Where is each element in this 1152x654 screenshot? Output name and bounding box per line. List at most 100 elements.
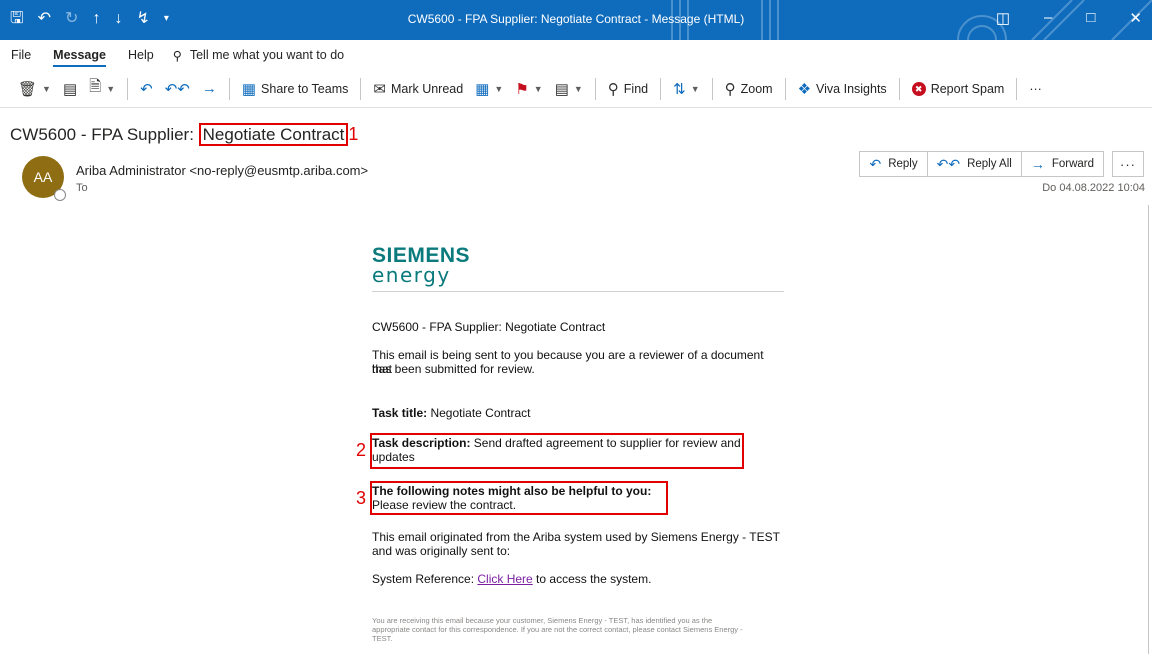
spam-icon: ✖ xyxy=(911,81,926,96)
forward-action-button[interactable]: → Forward xyxy=(1020,151,1104,177)
ribbon-toolbar: 🗑 ▼ ▤ 🗎 ▼ ↶ ↶↶ → ▦ Share to Teams ✉ Mark Unr… xyxy=(0,70,1152,108)
forward-label: Forward xyxy=(1051,158,1094,170)
reply-label: Reply xyxy=(888,158,918,170)
task-title-value: Negotiate Contract xyxy=(427,406,531,420)
follow-up-button[interactable]: ⚑ ▼ xyxy=(509,74,548,104)
delete-button[interactable]: 🗑 ▼ xyxy=(12,74,57,104)
menu-message[interactable]: Message xyxy=(42,40,117,70)
divider xyxy=(127,77,129,100)
logo-line-2: energy xyxy=(372,263,451,287)
notes-label: The following notes might also be helpfu… xyxy=(372,484,652,498)
forward-icon: → xyxy=(201,80,217,97)
report-spam-label: Report Spam xyxy=(930,81,1005,96)
share-to-teams-label: Share to Teams xyxy=(261,81,349,96)
forward-button[interactable]: → xyxy=(196,74,223,104)
viva-insights-button[interactable]: ❖ Viva Insights xyxy=(792,74,893,104)
received-date: Do 04.08.2022 10:04 xyxy=(1042,182,1145,194)
translate-icon: ⇅ xyxy=(673,80,686,98)
more-commands-button[interactable]: ··· xyxy=(1023,74,1048,104)
translate-button[interactable]: ⇅ ▼ xyxy=(667,74,706,104)
origin-line-2: and was originally sent to: xyxy=(372,544,511,558)
chevron-down-icon: ▼ xyxy=(533,83,543,94)
footer-line-2: appropriate contact for this corresponde… xyxy=(372,625,743,634)
email-footer: You are receiving this email because you… xyxy=(372,616,784,643)
click-here-link[interactable]: Click Here xyxy=(477,572,532,586)
divider xyxy=(360,77,362,100)
task-title-label: Task title: xyxy=(372,406,428,420)
system-reference: System Reference: Click Here to access t… xyxy=(372,572,784,586)
body-subject: CW5600 - FPA Supplier: Negotiate Contrac… xyxy=(372,320,606,334)
reply-all-icon: ↶↶ xyxy=(164,80,190,98)
move-button[interactable]: 🗎 ▼ xyxy=(83,74,121,104)
forward-icon: → xyxy=(1030,156,1045,172)
task-description-line-1: Task description: Send drafted agreement… xyxy=(372,436,784,450)
message-subject: CW5600 - FPA Supplier: Negotiate Contrac… xyxy=(10,123,359,146)
search-icon: ⚲ xyxy=(607,80,619,98)
categorize-icon: ▦ xyxy=(475,80,490,98)
flag-icon: ⚑ xyxy=(515,80,529,98)
divider xyxy=(594,77,596,100)
annotation-1: 1 xyxy=(348,124,359,144)
system-reference-label: System Reference: xyxy=(372,572,478,586)
divider xyxy=(1016,77,1018,100)
scrollbar[interactable] xyxy=(1148,205,1149,654)
reply-action-button[interactable]: ↶ Reply xyxy=(859,151,928,177)
message-actions: ↶ Reply ↶↶ Reply All → Forward ··· xyxy=(859,151,1144,177)
reply-button[interactable]: ↶ xyxy=(134,74,159,104)
zoom-label: Zoom xyxy=(740,81,773,96)
categorize-button[interactable]: ▦ ▼ xyxy=(469,74,509,104)
lightbulb-icon: ⚲ xyxy=(172,48,182,63)
chevron-down-icon: ▼ xyxy=(42,83,51,94)
divider xyxy=(898,77,900,100)
tell-me-search[interactable]: ⚲ Tell me what you want to do xyxy=(165,48,344,63)
chevron-down-icon: ▼ xyxy=(494,83,504,94)
divider xyxy=(784,77,786,100)
sender-address[interactable]: Ariba Administrator <no-reply@eusmtp.ari… xyxy=(76,163,368,178)
more-actions-button[interactable]: ··· xyxy=(1112,151,1144,177)
email-body: SIEMENS energy CW5600 - FPA Supplier: Ne… xyxy=(356,245,784,643)
reply-all-button[interactable]: ↶↶ xyxy=(159,74,196,104)
close-icon[interactable]: ✕ xyxy=(1129,9,1142,27)
footer-line-3: TEST. xyxy=(372,634,393,643)
share-to-teams-button[interactable]: ▦ Share to Teams xyxy=(236,74,355,104)
viva-insights-label: Viva Insights xyxy=(816,81,887,96)
minimize-icon[interactable]: – xyxy=(1044,9,1052,27)
subject-highlight: Negotiate Contract xyxy=(198,123,349,146)
intro-line-2: has been submitted for review. xyxy=(372,362,535,376)
rules-button[interactable]: ▤ ▼ xyxy=(549,74,589,104)
trash-icon: 🗑 xyxy=(18,80,38,98)
task-description-value: Send drafted agreement to supplier for r… xyxy=(470,436,741,450)
reply-icon: ↶ xyxy=(869,155,882,172)
chevron-down-icon: ▼ xyxy=(106,83,116,94)
divider xyxy=(660,77,662,100)
find-label: Find xyxy=(623,81,649,96)
divider xyxy=(228,77,230,100)
origin-line-1: This email originated from the Ariba sys… xyxy=(372,530,780,544)
report-spam-button[interactable]: ✖ Report Spam xyxy=(906,74,1011,104)
archive-button[interactable]: ▤ xyxy=(57,74,83,104)
task-description-line-2: updates xyxy=(372,450,415,464)
chevron-down-icon: ▼ xyxy=(573,83,583,94)
rules-icon: ▤ xyxy=(554,80,569,98)
window-controls: ◫ – □ ✕ xyxy=(996,9,1142,27)
annotation-3: 3 xyxy=(356,488,367,508)
reply-all-action-button[interactable]: ↶↶ Reply All xyxy=(926,151,1022,177)
move-icon: 🗎 xyxy=(89,78,102,95)
tell-me-label: Tell me what you want to do xyxy=(189,48,345,62)
menu-file[interactable]: File xyxy=(0,40,42,70)
teams-icon: ▦ xyxy=(241,80,257,98)
notes-value: Please review the contract. xyxy=(372,498,517,512)
find-button[interactable]: ⚲ Find xyxy=(602,74,654,104)
menu-help[interactable]: Help xyxy=(117,40,165,70)
archive-icon: ▤ xyxy=(62,80,78,98)
mark-unread-button[interactable]: ✉ Mark Unread xyxy=(367,74,469,104)
divider xyxy=(711,77,713,100)
ribbon-display-icon[interactable]: ◫ xyxy=(996,9,1010,27)
to-label: To xyxy=(76,182,88,194)
zoom-button[interactable]: ⚲ Zoom xyxy=(719,74,779,104)
task-description-label: Task description: xyxy=(372,436,471,450)
restore-icon[interactable]: □ xyxy=(1086,9,1095,27)
menu-bar: File Message Help ⚲ Tell me what you wan… xyxy=(0,40,1152,70)
title-bar: 🖫 ↶ ↻ ↑ ↓ ↯ ▾ CW5600 - FPA Supplier: Neg… xyxy=(0,0,1152,40)
mark-unread-label: Mark Unread xyxy=(390,81,464,96)
